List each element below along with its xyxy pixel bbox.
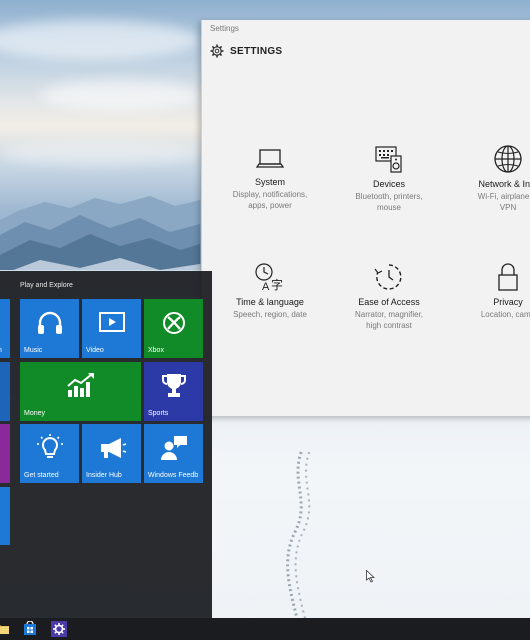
settings-header: SETTINGS — [210, 44, 282, 58]
tile-label: Get started — [24, 472, 59, 479]
tile-partial-top[interactable]: m — [0, 299, 10, 358]
tile-label: Windows Feedb — [148, 472, 199, 479]
page-title: SETTINGS — [230, 45, 283, 57]
tile-group-label: Play and Explore — [20, 282, 73, 289]
lock-icon — [498, 263, 518, 291]
tile-label: Sports — [148, 410, 169, 417]
tile-desc: Display, notifications, — [232, 190, 308, 199]
settings-gear-icon[interactable] — [51, 621, 67, 637]
desktop: Settings SETTINGS System Display, notifi… — [0, 0, 530, 640]
svg-text:A: A — [262, 281, 270, 292]
tile-name: Privacy — [493, 297, 523, 307]
tile-name: Ease of Access — [358, 297, 420, 307]
keyboard-speaker-icon — [375, 146, 402, 173]
tile-insider-hub[interactable]: Insider Hub — [82, 424, 141, 483]
tile-sports[interactable]: Sports — [144, 362, 203, 421]
settings-window[interactable]: Settings SETTINGS System Display, notifi… — [201, 20, 530, 416]
tile-video[interactable]: Video — [82, 299, 141, 358]
settings-tile-devices[interactable]: Devices Bluetooth, printers, mouse — [339, 144, 439, 213]
settings-tile-system[interactable]: System Display, notifications, apps, pow… — [220, 146, 320, 211]
mouse-cursor-icon — [366, 570, 375, 583]
headphones-icon — [38, 311, 62, 334]
tile-desc: Wi-Fi, airplane m — [477, 192, 530, 201]
globe-icon — [494, 145, 522, 173]
tile-partial-purple[interactable] — [0, 424, 10, 483]
chart-up-icon — [67, 373, 94, 397]
tile-money[interactable]: Money — [20, 362, 141, 421]
tile-partial-bottom[interactable] — [0, 487, 10, 545]
tile-label: Money — [24, 410, 46, 417]
laptop-icon — [255, 149, 285, 168]
tile-desc: Speech, region, date — [233, 310, 307, 319]
tile-desc: Bluetooth, printers, — [355, 192, 423, 201]
tile-music[interactable]: Music — [20, 299, 79, 358]
settings-tile-network[interactable]: Network & Inte Wi-Fi, airplane m VPN — [458, 144, 530, 213]
video-icon — [99, 312, 125, 332]
footprint-trail — [286, 449, 311, 630]
xbox-icon — [163, 312, 185, 334]
tile-desc: apps, power — [248, 201, 292, 210]
tile-label: Music — [24, 347, 43, 354]
svg-text:字: 字 — [271, 277, 283, 292]
time-language-icon: A 字 — [255, 263, 283, 292]
gear-icon — [210, 44, 224, 58]
tile-desc: VPN — [499, 203, 517, 212]
ease-of-access-icon — [374, 264, 402, 290]
tile-desc: mouse — [376, 203, 401, 212]
file-explorer-icon[interactable] — [0, 621, 10, 637]
tile-label: Video — [86, 347, 104, 354]
tile-xbox[interactable]: Xbox — [144, 299, 203, 358]
tile-label: Insider Hub — [86, 472, 122, 479]
tile-name: Devices — [372, 179, 405, 189]
store-icon[interactable] — [22, 620, 38, 637]
trophy-icon — [162, 374, 186, 397]
tile-name: System — [254, 177, 285, 187]
settings-tile-ease-of-access[interactable]: Ease of Access Narrator, magnifier, high… — [339, 262, 439, 331]
tile-name: Network & Inte — [478, 179, 530, 189]
tile-windows-feedback[interactable]: Windows Feedb — [144, 424, 203, 483]
lightbulb-icon — [37, 434, 63, 458]
tile-get-started[interactable]: Get started — [20, 424, 79, 483]
tile-desc: high contrast — [366, 321, 412, 330]
taskbar — [0, 618, 530, 640]
tile-desc: Location, came — [480, 310, 530, 319]
tile-label: Xbox — [148, 347, 164, 354]
tile-partial-middle[interactable] — [0, 362, 10, 421]
tile-name: Time & language — [236, 297, 304, 307]
window-title: Settings — [210, 24, 239, 33]
start-menu[interactable]: Play and Explore m Music Video — [0, 271, 212, 619]
megaphone-icon — [101, 438, 127, 458]
settings-tile-time-language[interactable]: A 字 Time & language Speech, region, date — [220, 262, 320, 320]
tile-desc: Narrator, magnifier, — [354, 310, 424, 319]
feedback-person-icon — [161, 436, 187, 460]
settings-tile-privacy[interactable]: Privacy Location, came — [458, 262, 530, 320]
